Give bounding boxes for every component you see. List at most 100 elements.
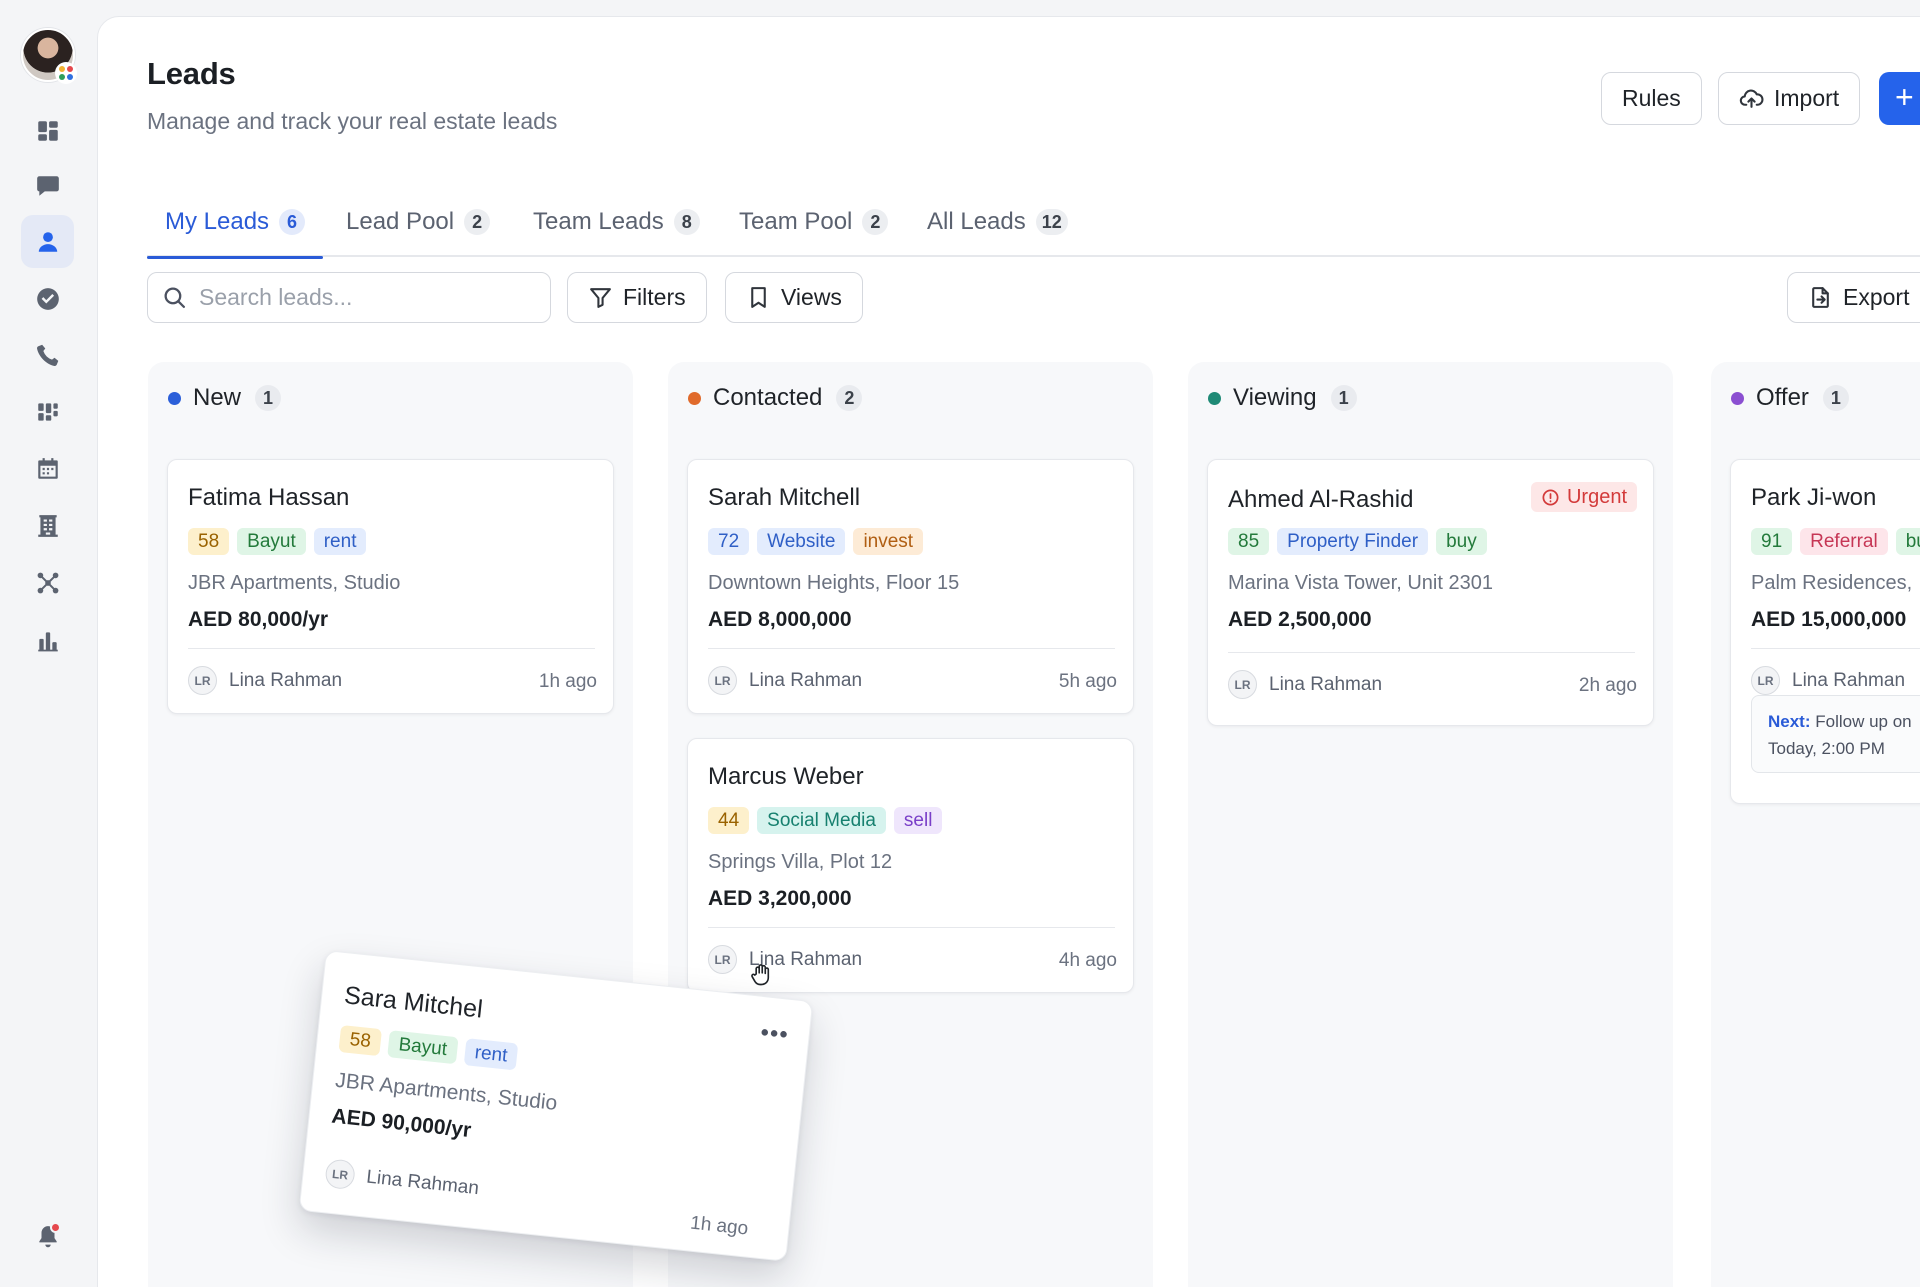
status-dot (1208, 391, 1221, 405)
lead-price: AED 80,000/yr (188, 608, 329, 631)
tab-lead-pool[interactable]: Lead Pool 2 (328, 187, 508, 257)
lead-card[interactable]: Sarah Mitchell 72 Website invest Downtow… (687, 459, 1134, 714)
lead-card[interactable]: Fatima Hassan 58 Bayut rent JBR Apartmen… (167, 459, 614, 714)
calendar-icon (37, 457, 58, 479)
tab-count: 6 (279, 209, 306, 235)
nav-messages[interactable] (21, 159, 74, 212)
status-dot (168, 391, 181, 405)
lead-price: AED 3,200,000 (708, 887, 852, 910)
type-tag: buy (1436, 528, 1487, 555)
owner-name: Lina Rahman (365, 1166, 481, 1199)
lead-owner: LR Lina Rahman (324, 1158, 480, 1203)
next-action: Next: Follow up on Today, 2:00 PM (1751, 695, 1920, 773)
nav-tasks[interactable] (21, 272, 74, 325)
nav-reports[interactable] (21, 614, 74, 667)
lead-tabs: My Leads 6 Lead Pool 2 Team Leads 8 Team… (147, 187, 1920, 259)
nav-integrations[interactable] (21, 556, 74, 609)
source-tag: Website (757, 528, 846, 555)
divider (1751, 648, 1920, 649)
lead-time: 1h ago (689, 1212, 750, 1240)
nav-notifications[interactable] (21, 1210, 74, 1263)
export-button-label: Export (1843, 284, 1910, 310)
type-tag: rent (463, 1038, 519, 1071)
next-label: Next: (1768, 712, 1811, 731)
search-box (147, 272, 551, 323)
type-tag: rent (313, 528, 367, 555)
nav-calendar[interactable] (21, 442, 74, 495)
lead-price: AED 8,000,000 (708, 608, 852, 631)
column-count: 1 (1822, 385, 1849, 411)
nav-properties[interactable] (21, 499, 74, 552)
tab-team-leads[interactable]: Team Leads 8 (515, 187, 718, 257)
column-count: 1 (255, 385, 282, 411)
lead-card[interactable]: Park Ji-won 91 Referral bu Palm Residenc… (1730, 459, 1920, 804)
divider (188, 648, 595, 649)
dashboard-icon (37, 120, 58, 141)
notification-dot (50, 1222, 61, 1233)
next-time: Today, 2:00 PM (1768, 739, 1885, 758)
tab-label: All Leads (927, 208, 1026, 235)
page-subtitle: Manage and track your real estate leads (147, 108, 558, 134)
column-title: Contacted (713, 384, 823, 411)
score-tag: 58 (338, 1025, 383, 1057)
lead-name: Sarah Mitchell (708, 484, 861, 511)
lead-tags: 91 Referral bu (1751, 528, 1920, 555)
user-icon (38, 231, 57, 252)
divider (1228, 652, 1635, 653)
tab-count: 2 (464, 209, 491, 235)
next-text: Follow up on (1815, 712, 1912, 731)
building-icon (37, 514, 58, 537)
column-viewing: Viewing 1 Ahmed Al-Rashid Urgent 85 Prop… (1188, 362, 1673, 1287)
more-options-icon[interactable]: ••• (759, 1019, 790, 1049)
views-button[interactable]: Views (725, 272, 863, 323)
status-dot (688, 391, 701, 405)
filters-button[interactable]: Filters (567, 272, 707, 323)
user-avatar[interactable] (21, 28, 77, 84)
lead-tags: 85 Property Finder buy (1228, 528, 1487, 555)
dragging-lead-card[interactable]: Sara Mitchel ••• 58 Bayut rent JBR Apart… (298, 950, 814, 1262)
type-tag: bu (1895, 528, 1920, 555)
tab-team-pool[interactable]: Team Pool 2 (721, 187, 906, 257)
tab-all-leads[interactable]: All Leads 12 (909, 187, 1086, 257)
lead-card[interactable]: Ahmed Al-Rashid Urgent 85 Property Finde… (1207, 459, 1654, 726)
import-button[interactable]: Import (1718, 72, 1861, 125)
nav-leads[interactable] (21, 215, 74, 268)
owner-avatar: LR (1751, 666, 1780, 695)
network-icon (37, 572, 58, 593)
lead-price: AED 15,000,000 (1751, 608, 1907, 631)
nav-calls[interactable] (21, 328, 74, 381)
nav-dashboard[interactable] (21, 104, 74, 157)
lead-card[interactable]: Marcus Weber 44 Social Media sell Spring… (687, 738, 1134, 993)
export-button[interactable]: Export (1787, 272, 1920, 323)
divider (708, 927, 1115, 928)
source-tag: Bayut (387, 1030, 459, 1065)
search-icon (164, 287, 186, 309)
add-lead-button[interactable]: + (1879, 72, 1920, 125)
column-offer: Offer 1 Park Ji-won 91 Referral bu Palm … (1711, 362, 1920, 1287)
column-header: Viewing 1 (1208, 384, 1357, 412)
search-input[interactable] (199, 284, 519, 311)
lead-owner: LR Lina Rahman (1228, 670, 1382, 699)
owner-name: Lina Rahman (229, 669, 343, 691)
nav-pipeline[interactable] (21, 385, 74, 438)
tab-count: 2 (862, 209, 889, 235)
column-title: New (193, 384, 242, 411)
lead-address: Marina Vista Tower, Unit 2301 (1228, 572, 1493, 594)
bar-chart-icon (37, 631, 58, 651)
column-header: New 1 (168, 384, 282, 412)
lead-address: Palm Residences, (1751, 572, 1913, 594)
tab-label: Team Leads (533, 208, 664, 235)
rules-button[interactable]: Rules (1601, 72, 1702, 125)
phone-icon (36, 344, 58, 366)
lead-tags: 58 Bayut rent (338, 1025, 519, 1071)
type-tag: invest (853, 528, 924, 555)
lead-owner: LR Lina Rahman (708, 666, 862, 695)
lead-name: Marcus Weber (708, 763, 864, 790)
tab-my-leads[interactable]: My Leads 6 (147, 187, 324, 259)
apps-badge-icon (55, 62, 77, 84)
import-button-label: Import (1774, 85, 1840, 111)
lead-address: Springs Villa, Plot 12 (708, 851, 893, 873)
column-header: Offer 1 (1731, 384, 1849, 412)
tab-label: Team Pool (739, 208, 853, 235)
tab-label: My Leads (165, 208, 270, 235)
